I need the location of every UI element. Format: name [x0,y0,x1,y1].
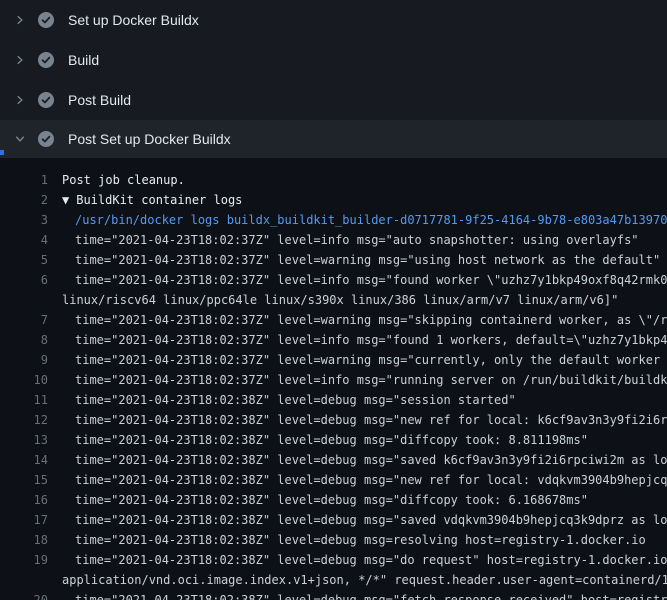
line-number[interactable]: 15 [0,470,48,490]
line-number[interactable]: 2 [0,190,48,210]
line-number[interactable] [0,570,48,590]
log-text: time="2021-04-23T18:02:37Z" level=warnin… [48,350,667,370]
log-text: time="2021-04-23T18:02:38Z" level=debug … [48,410,667,430]
check-circle-icon [38,52,54,68]
step-label: Post Build [68,92,131,108]
line-number[interactable]: 20 [0,590,48,600]
line-number[interactable]: 4 [0,230,48,250]
line-number[interactable]: 6 [0,270,48,290]
log-line: 2 ▼ BuildKit container logs [0,190,667,210]
log-line: 20 time="2021-04-23T18:02:38Z" level=deb… [0,590,667,600]
chevron-right-icon [12,92,28,108]
log-text: time="2021-04-23T18:02:38Z" level=debug … [48,390,516,410]
step-row[interactable]: Build [0,40,667,80]
line-number[interactable]: 16 [0,490,48,510]
log-text: time="2021-04-23T18:02:38Z" level=debug … [48,590,667,600]
log-text: /usr/bin/docker logs buildx_buildkit_bui… [48,210,667,230]
log-text: time="2021-04-23T18:02:37Z" level=info m… [48,230,639,250]
line-number[interactable]: 9 [0,350,48,370]
log-text: time="2021-04-23T18:02:37Z" level=info m… [48,270,667,290]
log-line: 15 time="2021-04-23T18:02:38Z" level=deb… [0,470,667,490]
log-text: time="2021-04-23T18:02:38Z" level=debug … [48,430,588,450]
log-line-continuation: linux/riscv64 linux/ppc64le linux/s390x … [0,290,667,310]
step-label: Build [68,52,99,68]
line-number[interactable]: 12 [0,410,48,430]
step-row[interactable]: Post Set up Docker Buildx [0,120,667,158]
line-number[interactable]: 10 [0,370,48,390]
line-number[interactable] [0,290,48,310]
log-text: time="2021-04-23T18:02:37Z" level=warnin… [48,310,667,330]
log-text: time="2021-04-23T18:02:38Z" level=debug … [48,470,667,490]
line-number[interactable]: 19 [0,550,48,570]
line-number[interactable]: 17 [0,510,48,530]
log-line: 4 time="2021-04-23T18:02:37Z" level=info… [0,230,667,250]
line-number[interactable]: 3 [0,210,48,230]
log-line: 10 time="2021-04-23T18:02:37Z" level=inf… [0,370,667,390]
log-text: application/vnd.oci.image.index.v1+json,… [48,570,667,590]
log-line: 9 time="2021-04-23T18:02:37Z" level=warn… [0,350,667,370]
step-label: Post Set up Docker Buildx [68,131,231,147]
log-line-continuation: application/vnd.oci.image.index.v1+json,… [0,570,667,590]
log-line: 8 time="2021-04-23T18:02:37Z" level=info… [0,330,667,350]
line-number[interactable]: 8 [0,330,48,350]
check-circle-icon [38,131,54,147]
log-text: Post job cleanup. [48,170,185,190]
chevron-right-icon [12,131,28,147]
log-text: time="2021-04-23T18:02:38Z" level=debug … [48,530,646,550]
steps-list: Set up Docker Buildx Build P [0,0,667,158]
chevron-right-icon [12,52,28,68]
actions-log-viewer: Set up Docker Buildx Build P [0,0,667,600]
log-line: 14 time="2021-04-23T18:02:38Z" level=deb… [0,450,667,470]
line-number[interactable]: 11 [0,390,48,410]
log-line: 3 /usr/bin/docker logs buildx_buildkit_b… [0,210,667,230]
line-number[interactable]: 5 [0,250,48,270]
step-label: Set up Docker Buildx [68,12,199,28]
log-line: 12 time="2021-04-23T18:02:38Z" level=deb… [0,410,667,430]
group-collapse-icon[interactable]: ▼ [62,193,69,207]
log-text: time="2021-04-23T18:02:38Z" level=debug … [48,450,667,470]
chevron-right-icon [12,12,28,28]
log-line: 18 time="2021-04-23T18:02:38Z" level=deb… [0,530,667,550]
log-area: 1 Post job cleanup. 2 ▼ BuildKit containe… [0,158,667,600]
line-number[interactable]: 18 [0,530,48,550]
log-line: 1 Post job cleanup. [0,170,667,190]
line-number[interactable]: 14 [0,450,48,470]
log-line: 7 time="2021-04-23T18:02:37Z" level=warn… [0,310,667,330]
log-line: 6 time="2021-04-23T18:02:37Z" level=info… [0,270,667,290]
log-line: 11 time="2021-04-23T18:02:38Z" level=deb… [0,390,667,410]
log-text: time="2021-04-23T18:02:37Z" level=warnin… [48,250,660,270]
log-text: time="2021-04-23T18:02:37Z" level=info m… [48,330,667,350]
log-text: ▼ BuildKit container logs [48,190,242,210]
log-line: 19 time="2021-04-23T18:02:38Z" level=deb… [0,550,667,570]
log-line: 5 time="2021-04-23T18:02:37Z" level=warn… [0,250,667,270]
log-line: 17 time="2021-04-23T18:02:38Z" level=deb… [0,510,667,530]
line-number[interactable]: 13 [0,430,48,450]
log-line: 13 time="2021-04-23T18:02:38Z" level=deb… [0,430,667,450]
line-number[interactable]: 1 [0,170,48,190]
check-circle-icon [38,12,54,28]
step-row[interactable]: Post Build [0,80,667,120]
step-row[interactable]: Set up Docker Buildx [0,0,667,40]
focus-indicator [0,150,4,155]
log-text: time="2021-04-23T18:02:38Z" level=debug … [48,490,588,510]
log-text: linux/riscv64 linux/ppc64le linux/s390x … [48,290,618,310]
log-text: time="2021-04-23T18:02:37Z" level=info m… [48,370,667,390]
log-line: 16 time="2021-04-23T18:02:38Z" level=deb… [0,490,667,510]
line-number[interactable]: 7 [0,310,48,330]
log-text: time="2021-04-23T18:02:38Z" level=debug … [48,550,667,570]
group-title[interactable]: BuildKit container logs [76,193,242,207]
check-circle-icon [38,92,54,108]
log-text: time="2021-04-23T18:02:38Z" level=debug … [48,510,667,530]
